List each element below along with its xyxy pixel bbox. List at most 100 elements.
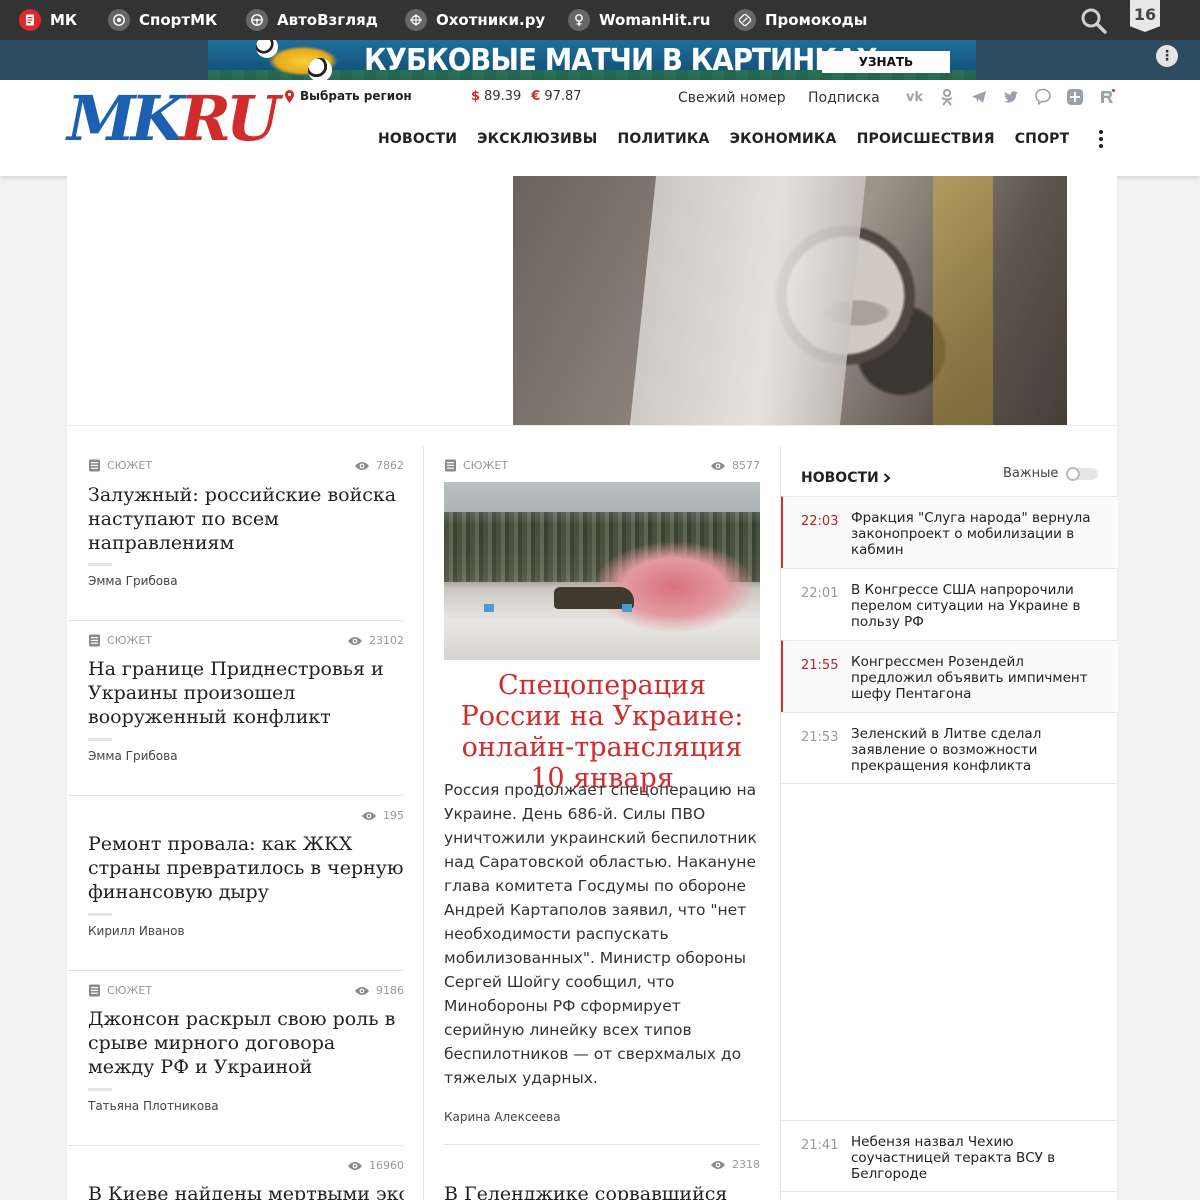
site-link-sportmk[interactable]: СпортМК [108, 0, 217, 40]
featured-article-title[interactable]: Спецоперация России на Украине: онлайн-т… [444, 670, 760, 794]
site-logo[interactable]: MKRU [67, 88, 280, 150]
banner-title: КУБКОВЫЕ МАТЧИ В КАРТИНКАХ [364, 43, 878, 78]
banner-learn-more-button[interactable]: УЗНАТЬ [822, 51, 950, 73]
article-author[interactable]: Татьяна Плотникова [88, 1088, 219, 1113]
crosshair-icon [405, 9, 427, 31]
chevron-right-icon [883, 473, 891, 483]
main-content: СЮЖЕТ 7862 Залужный: российские войска н… [67, 176, 1118, 1200]
column-divider [423, 446, 424, 1200]
usd-rate: $89.39 [471, 89, 522, 104]
news-time: 22:01 [801, 586, 839, 601]
site-link-mk[interactable]: МК [19, 0, 77, 40]
news-item[interactable]: 21:55 Конгрессмен Розендейл предложил об… [781, 640, 1118, 712]
region-selector[interactable]: Выбрать регион [285, 89, 412, 103]
eye-icon [711, 1160, 725, 1169]
story-tag: СЮЖЕТ [88, 634, 152, 647]
search-icon[interactable] [1080, 7, 1107, 34]
eye-icon [711, 461, 725, 470]
hero-image[interactable] [513, 176, 1067, 425]
news-time: 22:03 [801, 514, 839, 529]
eye-icon [355, 986, 369, 995]
site-link-womanhit[interactable]: WomanHit.ru [568, 0, 710, 40]
rutube-icon[interactable] [1096, 88, 1117, 108]
document-icon [89, 984, 100, 997]
steering-wheel-icon [246, 9, 268, 31]
news-time: 21:53 [801, 730, 839, 745]
nav-item-economy[interactable]: ЭКОНОМИКА [730, 131, 837, 147]
important-label: Важные [1003, 466, 1059, 481]
nav-item-politics[interactable]: ПОЛИТИКА [617, 131, 709, 147]
article-title[interactable]: В Киеве найдены мертвыми экс- [88, 1182, 404, 1200]
telegram-icon[interactable] [968, 88, 989, 108]
more-options-icon[interactable]: ⋮ [1156, 45, 1178, 67]
site-link-ohotniki[interactable]: Охотники.ру [405, 0, 545, 40]
soccer-ball-icon [108, 9, 130, 31]
article-author[interactable]: Кирилл Иванов [88, 913, 185, 938]
nav-item-sport[interactable]: СПОРТ [1015, 131, 1070, 147]
eye-icon [348, 636, 362, 645]
article-card[interactable]: 16960 В Киеве найдены мертвыми экс- [67, 1146, 404, 1200]
news-headline[interactable]: Небензя назвал Чехию соучастницей теракт… [851, 1134, 1106, 1182]
nav-item-exclusives[interactable]: ЭКСКЛЮЗИВЫ [477, 131, 597, 147]
article-author[interactable]: Карина Алексеева [444, 1110, 561, 1124]
important-filter[interactable]: Важные [1003, 466, 1099, 481]
news-item[interactable]: 21:41 Небензя назвал Чехию соучастницей … [781, 1120, 1118, 1192]
view-count: 7862 [354, 459, 404, 472]
article-author[interactable]: Эмма Грибова [88, 563, 178, 588]
article-photo[interactable] [444, 482, 760, 660]
news-feed: НОВОСТИ Важные 22:03 Фракция "Слуга наро… [780, 446, 1118, 1200]
important-toggle[interactable] [1066, 466, 1099, 481]
view-count: 2318 [710, 1158, 760, 1171]
twitter-icon[interactable] [1000, 88, 1021, 108]
plus-icon[interactable] [1064, 88, 1085, 108]
site-header: MKRU Выбрать регион $89.39 €97.87 Свежий… [0, 80, 1200, 176]
news-item[interactable]: 22:03 Фракция "Слуга народа" вернула зак… [781, 496, 1118, 568]
story-tag: СЮЖЕТ [88, 984, 152, 997]
news-item[interactable]: 22:01 В Конгрессе США напророчили перело… [781, 568, 1118, 640]
news-headline[interactable]: В Конгрессе США напророчили перелом ситу… [851, 582, 1106, 630]
news-headline[interactable]: Зеленский в Литве сделал заявление о воз… [851, 726, 1106, 774]
story-tag: СЮЖЕТ [444, 459, 508, 472]
odnoklassniki-icon[interactable] [936, 88, 957, 108]
site-label-avtovzglyad: АвтоВзгляд [277, 11, 378, 29]
nav-item-incidents[interactable]: ПРОИСШЕСТВИЯ [857, 131, 995, 147]
nav-item-news[interactable]: НОВОСТИ [378, 131, 457, 147]
featured-article-lead: Россия продолжает спецоперацию на Украин… [444, 781, 757, 1087]
more-menu-icon[interactable] [1096, 130, 1106, 148]
news-feed-title[interactable]: НОВОСТИ [801, 470, 891, 486]
social-links: vk [904, 88, 1117, 108]
viber-icon[interactable] [1032, 88, 1053, 108]
site-label-ohotniki: Охотники.ру [436, 11, 546, 29]
ad-banner[interactable]: КУБКОВЫЕ МАТЧИ В КАРТИНКАХ УЗНАТЬ [208, 40, 976, 80]
site-link-promokody[interactable]: Промокоды [734, 0, 867, 40]
site-label-womanhit: WomanHit.ru [599, 11, 711, 29]
mk-document-icon [19, 9, 41, 31]
subscription-link[interactable]: Подписка [808, 90, 880, 106]
article-title[interactable]: Джонсон раскрыл свою роль в срыве мирног… [88, 1007, 404, 1079]
news-headline[interactable]: Конгрессмен Розендейл предложил объявить… [851, 654, 1106, 702]
eur-rate: €97.87 [531, 89, 582, 104]
article-card[interactable]: СЮЖЕТ 9186 Джонсон раскрыл свою роль в с… [67, 971, 404, 1146]
article-card[interactable]: СЮЖЕТ 7862 Залужный: российские войска н… [67, 446, 404, 621]
ad-banner-row: КУБКОВЫЕ МАТЧИ В КАРТИНКАХ УЗНАТЬ ⋮ [0, 40, 1200, 80]
network-bar: МК СпортМК АвтоВзгляд Охотники.ру WomanH… [0, 0, 1200, 40]
view-count: 8577 [710, 459, 760, 472]
article-title[interactable]: В Геленджике сорвавшийся [444, 1182, 760, 1200]
article-title[interactable]: На границе Приднестровья и Украины произ… [88, 657, 404, 729]
news-time: 21:41 [801, 1138, 839, 1153]
news-item[interactable]: 21:53 Зеленский в Литве сделал заявление… [781, 712, 1118, 784]
article-title[interactable]: Ремонт провала: как ЖКХ страны превратил… [88, 832, 404, 904]
hero-divider [67, 425, 1117, 426]
news-headline[interactable]: Фракция "Слуга народа" вернула законопро… [851, 510, 1106, 558]
article-card[interactable]: СЮЖЕТ 23102 На границе Приднестровья и У… [67, 621, 404, 796]
article-card[interactable]: 195 Ремонт провала: как ЖКХ страны превр… [67, 796, 404, 971]
article-title[interactable]: Залужный: российские войска наступают по… [88, 483, 404, 555]
eye-icon [355, 461, 369, 470]
location-pin-icon [285, 89, 294, 103]
vk-icon[interactable]: vk [904, 88, 925, 108]
fresh-issue-link[interactable]: Свежий номер [678, 90, 786, 106]
site-label-mk: МК [50, 11, 78, 29]
site-link-avtovzglyad[interactable]: АвтоВзгляд [246, 0, 378, 40]
article-author[interactable]: Эмма Грибова [88, 738, 178, 763]
story-tag: СЮЖЕТ [88, 459, 152, 472]
